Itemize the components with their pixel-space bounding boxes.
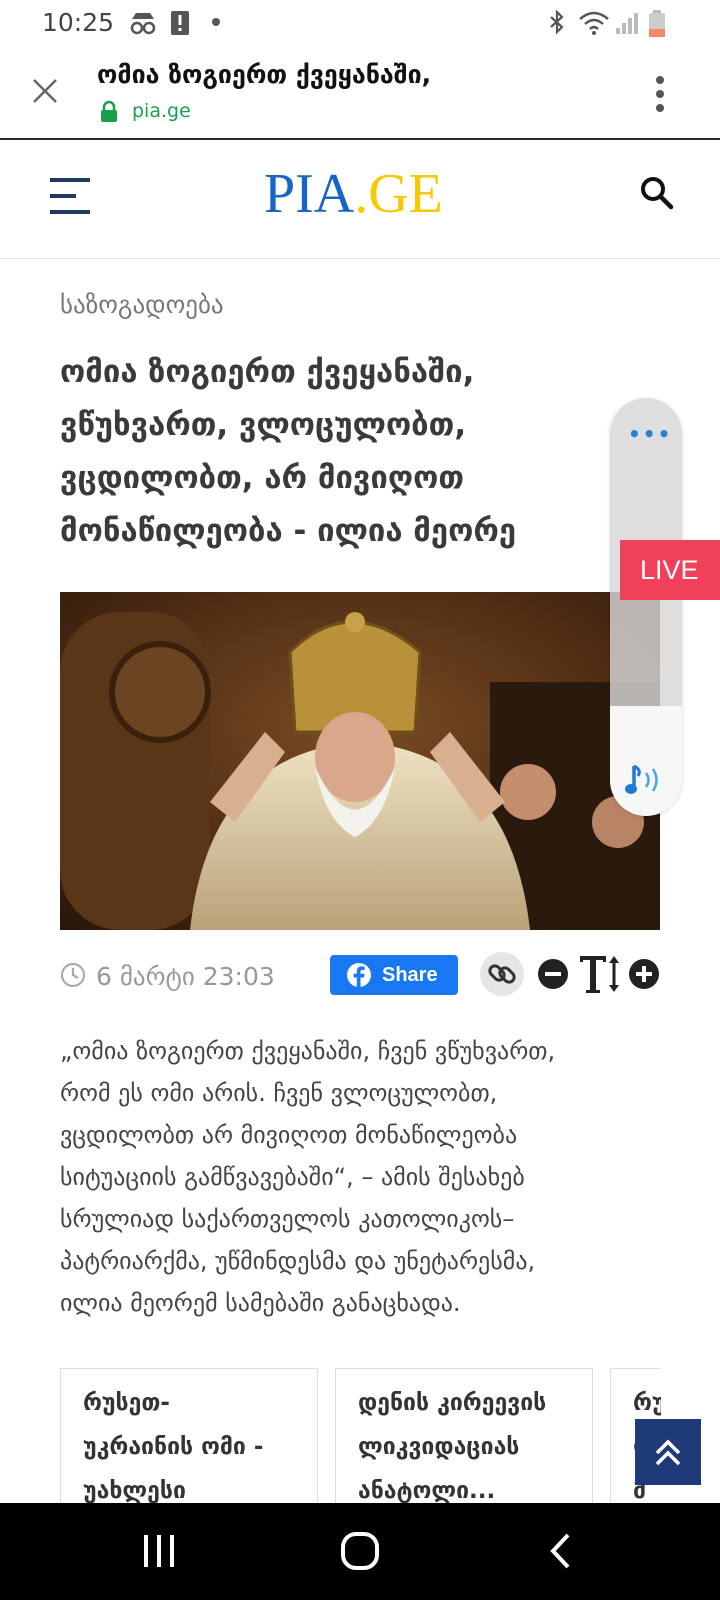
status-time: 10:25	[42, 8, 115, 37]
recents-icon[interactable]	[142, 1531, 176, 1571]
article-headline: ომია ზოგიერთ ქვეყანაში, ვწუხვართ, ვლოცულ…	[60, 346, 620, 558]
logo-ge: GE	[368, 163, 443, 225]
increase-font-icon[interactable]	[628, 958, 660, 990]
incognito-icon	[130, 13, 156, 35]
wifi-icon	[579, 11, 609, 35]
body-line: ვცდილობთ არ მივიღოთ მონაწილეობა	[60, 1121, 518, 1149]
menu-icon[interactable]	[50, 176, 92, 216]
body-line: სიტუაციის გამწვავებაში“, – ამის შესახებ	[60, 1163, 525, 1191]
status-bar: 10:25	[0, 0, 720, 46]
text-size-glyph	[580, 956, 619, 993]
headline-line: ომია ზოგიერთ ქვეყანაში,	[60, 354, 475, 390]
audio-player-dots[interactable]: •••	[628, 422, 672, 446]
text-size-icon	[578, 950, 624, 1009]
article-meta: 6 მარტი 23:03 Share	[60, 952, 670, 1002]
tab-title: ომია ზოგიერთ ქვეყანაში,	[97, 60, 432, 89]
body-line: პატრიარქმა, უწმინდესმა და უნეტარესმა,	[60, 1247, 536, 1275]
headline-line: ვწუხვართ, ვლოცულობთ,	[60, 407, 467, 443]
body-line: სრულიად საქართველოს კათოლიკოს–	[60, 1205, 515, 1233]
logo-pia: PIA	[264, 163, 355, 225]
related-line: დენის კირეევის	[358, 1390, 547, 1416]
scroll-to-top-button[interactable]	[635, 1419, 701, 1485]
related-line: ლიკვიდაციას	[358, 1434, 520, 1460]
related-line: რუსეთ-	[83, 1390, 170, 1416]
home-icon[interactable]	[340, 1531, 380, 1571]
browser-toolbar: ომია ზოგიერთ ქვეყანაში, pia.ge	[0, 46, 720, 140]
headline-line: მონაწილეობა - ილია მეორე	[60, 513, 517, 549]
copy-link-button[interactable]	[480, 952, 524, 996]
decrease-font-icon[interactable]	[537, 958, 569, 990]
article-category[interactable]: საზოგადოება	[60, 290, 224, 319]
more-vert-icon[interactable]	[650, 74, 670, 114]
clock-icon	[60, 962, 86, 988]
related-card[interactable]: რუსეთ- უკრაინის ომი - უახლესი	[60, 1368, 318, 1510]
body-line: ილია მეორემ სამებაში განაცხადა.	[60, 1289, 461, 1317]
audio-player[interactable]: •••	[610, 398, 682, 816]
headline-line: ვცდილობთ, არ მივიღოთ	[60, 460, 465, 496]
publish-date: 6 მარტი 23:03	[96, 962, 275, 991]
alert-icon	[171, 11, 189, 35]
logo-dot: .	[354, 163, 369, 225]
article-body: „ომია ზოგიერთ ქვეყანაში, ჩვენ ვწუხვართ, …	[60, 1030, 655, 1324]
related-card-title[interactable]: დენის კირეევის ლიკვიდაციას ანატოლი...	[358, 1381, 578, 1509]
site-header: PIA.GE	[0, 140, 720, 259]
double-chevron-up-icon	[655, 1439, 681, 1466]
live-badge[interactable]: LIVE	[620, 540, 720, 600]
signal-icon	[616, 13, 638, 34]
related-line: უკრაინის ომი -	[83, 1434, 264, 1460]
facebook-icon	[347, 963, 371, 988]
dot-icon	[212, 18, 220, 26]
body-line: „ომია ზოგიერთ ქვეყანაში, ჩვენ ვწუხვართ,	[60, 1037, 556, 1065]
lock-icon	[101, 100, 117, 122]
back-icon[interactable]	[548, 1531, 572, 1571]
article-photo	[60, 592, 660, 930]
url-text[interactable]: pia.ge	[132, 100, 191, 122]
related-card[interactable]: დენის კირეევის ლიკვიდაციას ანატოლი...	[335, 1368, 593, 1510]
link-icon	[488, 964, 516, 984]
search-icon[interactable]	[640, 176, 674, 210]
bluetooth-icon	[550, 10, 564, 35]
system-nav-bar	[0, 1503, 720, 1600]
battery-icon	[649, 10, 665, 37]
facebook-share-button[interactable]: Share	[330, 955, 458, 995]
music-note-icon[interactable]	[624, 762, 668, 798]
share-label: Share	[382, 964, 438, 986]
body-line: რომ ეს ომი არის. ჩვენ ვლოცულობთ,	[60, 1079, 498, 1107]
related-card-title[interactable]: რუსეთ- უკრაინის ომი - უახლესი	[83, 1381, 303, 1509]
close-icon[interactable]	[30, 76, 60, 106]
site-logo[interactable]: PIA.GE	[264, 162, 443, 226]
audio-player-lower	[610, 706, 682, 816]
